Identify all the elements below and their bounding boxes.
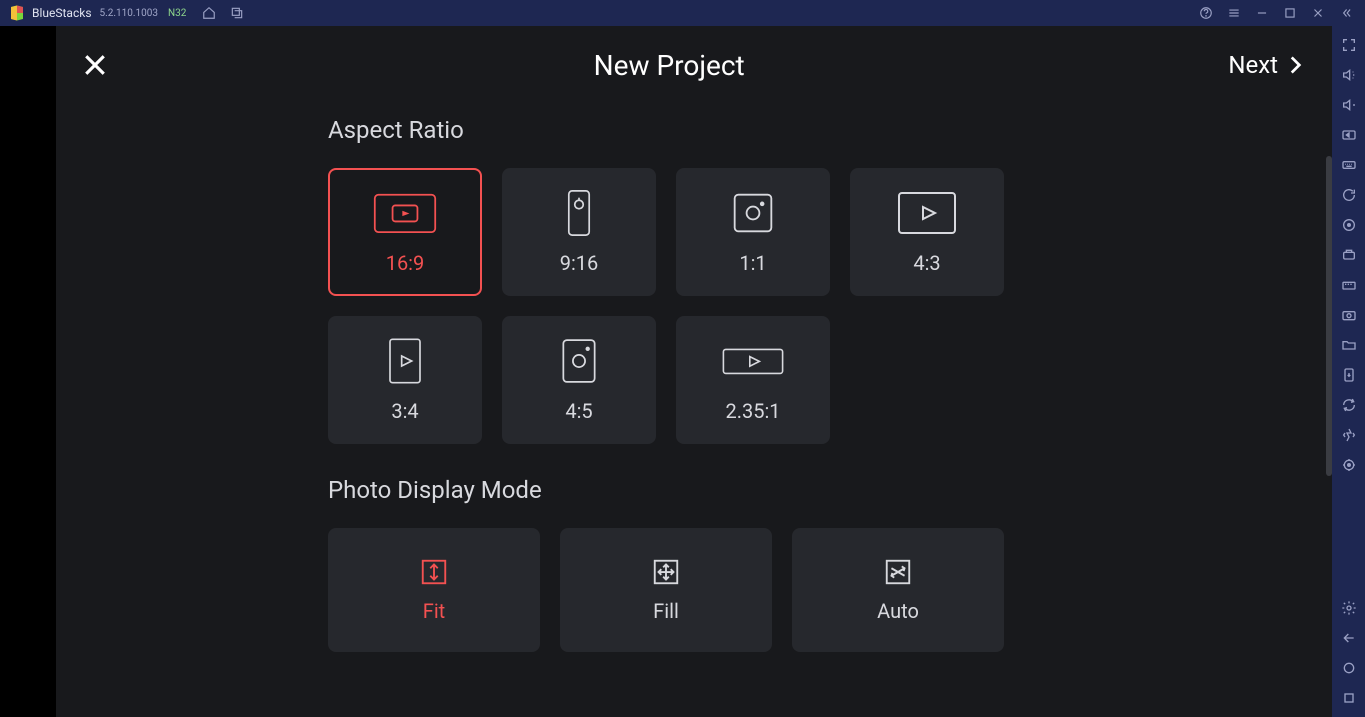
shake-icon[interactable] xyxy=(1336,422,1362,448)
help-icon[interactable] xyxy=(1195,2,1217,24)
ratio-card-cinema[interactable]: 2.35:1 xyxy=(676,316,830,444)
minimize-icon[interactable] xyxy=(1251,2,1273,24)
ratio-label: 4:3 xyxy=(913,251,940,275)
aspect-ratio-heading: Aspect Ratio xyxy=(328,116,1028,144)
app-header: New Project Next xyxy=(56,26,1332,104)
recent-apps-icon[interactable] xyxy=(226,2,248,24)
auto-icon xyxy=(883,557,913,587)
ratio-card-1-1[interactable]: 1:1 xyxy=(676,168,830,296)
lock-cursor-icon[interactable] xyxy=(1336,212,1362,238)
play-landscape-icon xyxy=(895,189,959,237)
youtube-icon xyxy=(373,189,437,237)
rotate-icon[interactable] xyxy=(1336,392,1362,418)
fullscreen-icon[interactable] xyxy=(1336,32,1362,58)
ratio-card-3-4[interactable]: 3:4 xyxy=(328,316,482,444)
photo-display-mode-heading: Photo Display Mode xyxy=(328,476,1028,504)
back-icon[interactable] xyxy=(1336,625,1362,651)
menu-icon[interactable] xyxy=(1223,2,1245,24)
mode-fit[interactable]: Fit xyxy=(328,528,540,652)
photo-mode-grid: Fit Fill xyxy=(328,528,1028,652)
mode-auto[interactable]: Auto xyxy=(792,528,1004,652)
media-folder-icon[interactable] xyxy=(1336,332,1362,358)
ratio-label: 2.35:1 xyxy=(725,399,780,423)
close-icon[interactable] xyxy=(80,50,110,80)
scrollbar-thumb[interactable] xyxy=(1326,156,1332,476)
android-recent-icon[interactable] xyxy=(1336,685,1362,711)
play-portrait-icon xyxy=(373,337,437,385)
keyboard-controls-icon[interactable] xyxy=(1336,152,1362,178)
sync-icon[interactable] xyxy=(1336,182,1362,208)
fit-icon xyxy=(419,557,449,587)
emulator-screen: New Project Next Aspect Ratio xyxy=(0,26,1332,717)
ratio-label: 9:16 xyxy=(560,251,599,275)
bluestacks-arch: N32 xyxy=(168,8,186,19)
ratio-label: 3:4 xyxy=(391,399,418,423)
aspect-ratio-grid: 16:9 9:16 xyxy=(328,168,1028,444)
ratio-card-16-9[interactable]: 16:9 xyxy=(328,168,482,296)
screenshot-icon[interactable] xyxy=(1336,302,1362,328)
install-apk-icon[interactable] xyxy=(1336,362,1362,388)
collapse-sidebar-icon[interactable] xyxy=(1335,2,1357,24)
instagram-portrait-icon xyxy=(547,337,611,385)
ratio-label: 4:5 xyxy=(565,399,592,423)
macro-icon[interactable] xyxy=(1336,242,1362,268)
home-icon[interactable] xyxy=(198,2,220,24)
mode-fill[interactable]: Fill xyxy=(560,528,772,652)
fill-icon xyxy=(651,557,681,587)
ratio-label: 1:1 xyxy=(739,251,766,275)
play-cinema-icon xyxy=(721,337,785,385)
close-window-icon[interactable] xyxy=(1307,2,1329,24)
mode-label: Fit xyxy=(423,599,445,623)
ratio-card-4-5[interactable]: 4:5 xyxy=(502,316,656,444)
multi-instance-icon[interactable] xyxy=(1336,272,1362,298)
bluestacks-version: 5.2.110.1003 xyxy=(100,8,159,19)
volume-up-icon[interactable] xyxy=(1336,62,1362,88)
android-home-icon[interactable] xyxy=(1336,655,1362,681)
volume-down-icon[interactable] xyxy=(1336,92,1362,118)
bluestacks-right-sidebar xyxy=(1332,26,1365,717)
location-icon[interactable] xyxy=(1336,452,1362,478)
mode-label: Auto xyxy=(877,599,919,623)
ratio-card-4-3[interactable]: 4:3 xyxy=(850,168,1004,296)
bluestacks-name: BlueStacks xyxy=(32,6,92,20)
maximize-icon[interactable] xyxy=(1279,2,1301,24)
ratio-card-9-16[interactable]: 9:16 xyxy=(502,168,656,296)
bluestacks-titlebar: BlueStacks 5.2.110.1003 N32 xyxy=(0,0,1365,26)
settings-icon[interactable] xyxy=(1336,595,1362,621)
next-label: Next xyxy=(1228,51,1278,79)
mode-label: Fill xyxy=(653,599,679,623)
keymap-icon[interactable] xyxy=(1336,122,1362,148)
next-button[interactable]: Next xyxy=(1228,51,1308,79)
bluestacks-logo-icon xyxy=(8,4,26,22)
instagram-square-icon xyxy=(721,189,785,237)
page-title: New Project xyxy=(594,49,745,82)
ratio-label: 16:9 xyxy=(386,251,425,275)
phone-portrait-icon xyxy=(547,189,611,237)
